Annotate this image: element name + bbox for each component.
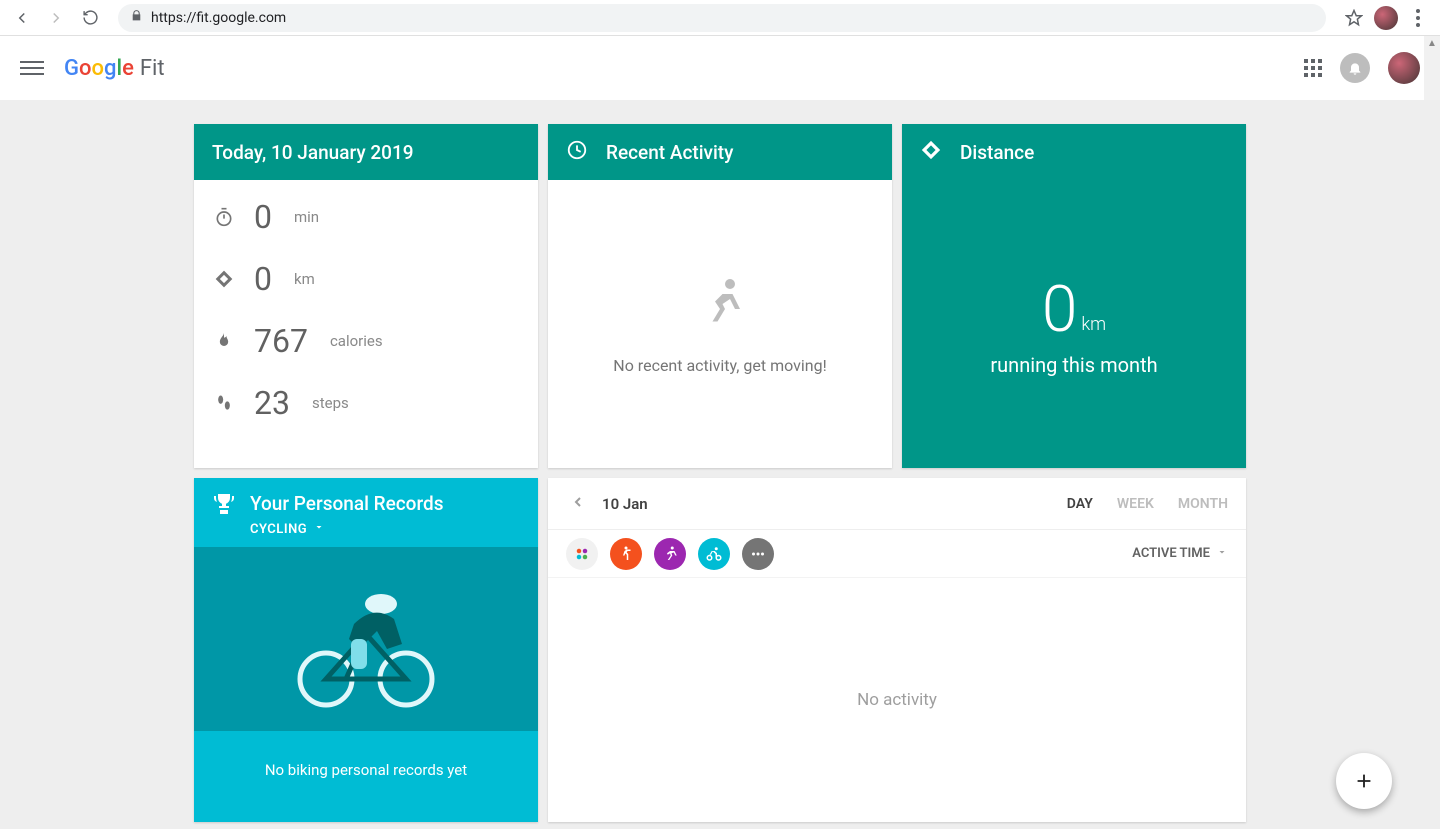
distance-big-unit: km <box>1081 314 1106 335</box>
steps-unit: steps <box>312 394 349 412</box>
notifications-icon[interactable] <box>1340 53 1370 83</box>
calories-value: 767 <box>254 322 308 360</box>
metric-label: ACTIVE TIME <box>1132 546 1210 561</box>
product-name: Fit <box>140 56 165 81</box>
timeline-date[interactable]: 10 Jan <box>602 495 648 513</box>
timeline-empty-text: No activity <box>857 690 937 710</box>
records-sport-dropdown[interactable]: CYCLING <box>250 521 444 537</box>
filter-running[interactable] <box>654 538 686 570</box>
records-sport-label: CYCLING <box>250 522 307 537</box>
distance-caption: running this month <box>990 353 1157 377</box>
filter-all[interactable] <box>566 538 598 570</box>
trophy-icon <box>212 492 236 520</box>
apps-launcher-icon[interactable] <box>1304 59 1322 77</box>
personal-records-card[interactable]: Your Personal Records CYCLING <box>194 478 538 822</box>
records-empty-text: No biking personal records yet <box>265 761 467 779</box>
stat-minutes: 0 min <box>194 186 538 248</box>
back-button[interactable] <box>8 4 36 32</box>
scroll-up-icon: ▲ <box>1427 38 1437 49</box>
filter-walking[interactable] <box>610 538 642 570</box>
distance-card[interactable]: Distance 0 km running this month <box>902 124 1246 468</box>
minutes-value: 0 <box>254 198 272 236</box>
forward-button[interactable] <box>42 4 70 32</box>
distance-big-value: 0 <box>1042 272 1078 347</box>
minutes-unit: min <box>294 208 319 226</box>
calories-unit: calories <box>330 332 383 350</box>
google-logo: Google <box>64 56 134 81</box>
range-day[interactable]: DAY <box>1067 496 1093 512</box>
diamond-icon <box>920 139 942 166</box>
lock-icon <box>130 9 143 26</box>
diamond-icon <box>212 269 236 289</box>
chevron-down-icon <box>313 521 325 537</box>
app-logo[interactable]: Google Fit <box>64 56 165 81</box>
clock-icon <box>566 139 588 166</box>
distance-card-header: Distance <box>902 124 1246 180</box>
footsteps-icon <box>212 393 236 413</box>
steps-value: 23 <box>254 384 290 422</box>
cycling-illustration <box>194 547 538 731</box>
profile-avatar[interactable] <box>1374 6 1398 30</box>
recent-card-header: Recent Activity <box>548 124 892 180</box>
address-bar[interactable]: https://fit.google.com <box>118 4 1326 32</box>
metric-dropdown[interactable]: ACTIVE TIME <box>1132 546 1228 562</box>
bookmark-star-icon[interactable] <box>1340 4 1368 32</box>
filter-biking[interactable] <box>698 538 730 570</box>
add-activity-fab[interactable] <box>1336 753 1392 809</box>
distance-title: Distance <box>960 141 1034 164</box>
browser-menu-button[interactable] <box>1404 4 1432 32</box>
reload-button[interactable] <box>76 4 104 32</box>
url-text: https://fit.google.com <box>151 10 286 26</box>
distance-unit: km <box>294 270 315 288</box>
stat-steps: 23 steps <box>194 372 538 434</box>
today-card-header: Today, 10 January 2019 <box>194 124 538 180</box>
recent-activity-card[interactable]: Recent Activity No recent activity, get … <box>548 124 892 468</box>
menu-button[interactable] <box>20 56 44 80</box>
stat-calories: 767 calories <box>194 310 538 372</box>
distance-value: 0 <box>254 260 272 298</box>
chevron-down-icon <box>1216 546 1228 562</box>
today-card[interactable]: Today, 10 January 2019 0 min 0 km <box>194 124 538 468</box>
today-title: Today, 10 January 2019 <box>212 141 414 164</box>
stat-distance: 0 km <box>194 248 538 310</box>
main-content: Today, 10 January 2019 0 min 0 km <box>0 100 1440 829</box>
records-title: Your Personal Records <box>250 492 444 515</box>
runner-icon <box>690 274 750 338</box>
account-avatar[interactable] <box>1388 52 1420 84</box>
timeline-prev-button[interactable] <box>566 490 590 518</box>
range-week[interactable]: WEEK <box>1117 496 1154 512</box>
filter-more[interactable] <box>742 538 774 570</box>
recent-empty-text: No recent activity, get moving! <box>613 356 826 375</box>
stopwatch-icon <box>212 207 236 227</box>
app-header: Google Fit <box>0 36 1440 100</box>
browser-toolbar: https://fit.google.com <box>0 0 1440 36</box>
range-month[interactable]: MONTH <box>1178 496 1228 512</box>
flame-icon <box>212 331 236 351</box>
timeline-card: 10 Jan DAY WEEK MONTH <box>548 478 1246 822</box>
recent-title: Recent Activity <box>606 141 733 164</box>
